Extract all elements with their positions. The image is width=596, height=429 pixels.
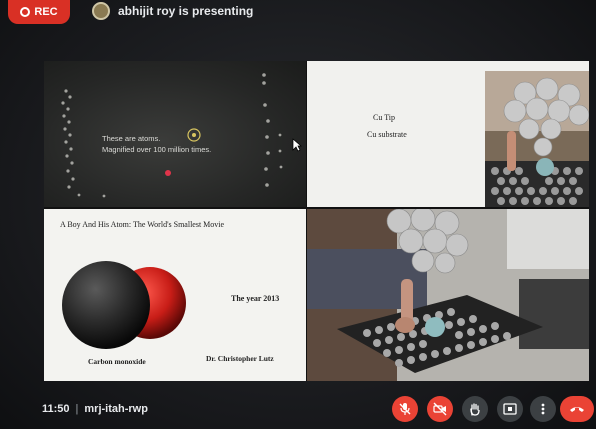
end-call-icon (570, 407, 584, 412)
movie-title: A Boy And His Atom: The World's Smallest… (60, 220, 225, 229)
recording-badge[interactable]: REC (8, 0, 70, 24)
mic-off-icon (399, 403, 411, 415)
caption-line: Magnified over 100 million times. (102, 145, 212, 154)
meeting-code: mrj-itah-rwp (84, 403, 148, 415)
meeting-screen: REC abhijit roy is presenting These are … (0, 0, 596, 429)
present-icon (503, 403, 517, 415)
record-icon (20, 7, 31, 17)
caption-line: These are atoms. (102, 134, 161, 143)
cu-tip-label: Cu Tip (373, 113, 396, 122)
present-now-button[interactable] (497, 396, 523, 422)
clock-time: 11:50 (42, 403, 70, 415)
bottom-bar: 11:50 | mrj-itah-rwp (0, 389, 596, 429)
carbon-monoxide-molecule-image (62, 261, 186, 349)
meeting-info: 11:50 | mrj-itah-rwp (42, 403, 148, 415)
rec-label: REC (34, 6, 58, 18)
separator: | (75, 403, 79, 415)
author-label: Dr. Christopher Lutz (206, 354, 274, 363)
cu-tip-panel: Cu Tip Cu substrate (307, 61, 589, 207)
presenter-avatar (92, 2, 110, 20)
microphone-toggle-button[interactable] (392, 396, 418, 422)
raise-hand-icon (470, 403, 480, 416)
stm-tip-model-image (485, 71, 589, 207)
movie-info-panel: A Boy And His Atom: The World's Smallest… (44, 209, 306, 381)
camera-toggle-button[interactable] (427, 396, 453, 422)
presenter-text: abhijit roy is presenting (118, 4, 254, 18)
presentation-stage: These are atoms. Magnified over 100 mill… (44, 61, 589, 381)
camera-off-icon (433, 402, 447, 416)
atoms-panel: These are atoms. Magnified over 100 mill… (44, 61, 306, 207)
end-call-button[interactable] (560, 396, 594, 422)
hand-model-image (307, 209, 589, 381)
mouse-pointer-icon (292, 138, 302, 152)
atoms-caption: These are atoms. Magnified over 100 mill… (102, 133, 211, 155)
raise-hand-button[interactable] (462, 396, 488, 422)
presenter-indicator: abhijit roy is presenting (92, 2, 253, 20)
molecule-label: Carbon monoxide (88, 357, 146, 366)
cu-substrate-label: Cu substrate (367, 130, 407, 139)
year-label: The year 2013 (231, 294, 280, 303)
hand-model-panel (307, 209, 589, 381)
more-options-icon (541, 403, 545, 415)
more-options-button[interactable] (530, 396, 556, 422)
top-bar: REC abhijit roy is presenting (0, 0, 596, 30)
